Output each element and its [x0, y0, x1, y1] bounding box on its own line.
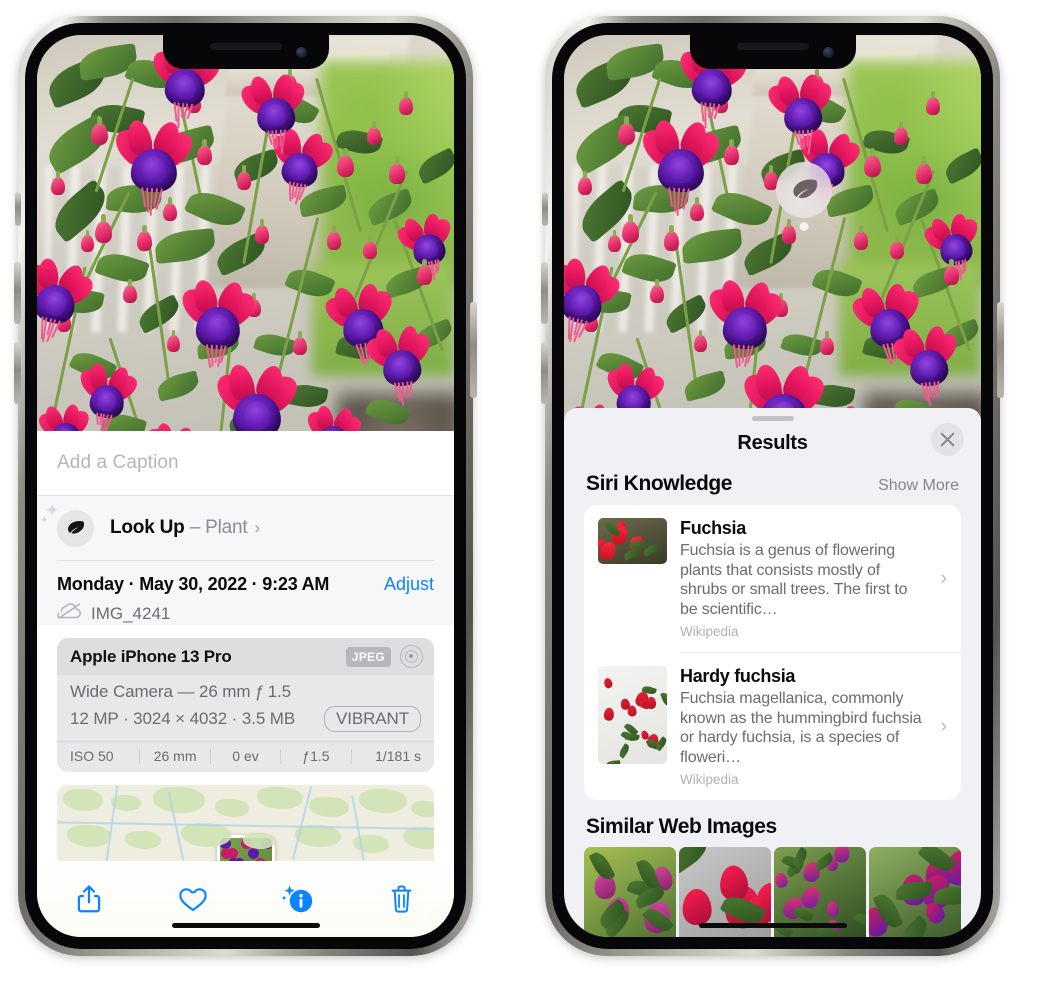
image-size-info: 12 MP · 3024 × 4032 · 3.5 MB [70, 709, 296, 728]
iphone-left: Add a Caption ✦ ✦ Look Up – Plant › Mond… [14, 16, 477, 956]
results-header: Results [564, 421, 981, 465]
photo-viewer[interactable] [37, 35, 454, 472]
info-button[interactable] [276, 877, 320, 921]
result-title: Fuchsia [680, 518, 746, 538]
camera-card-header: Apple iPhone 13 Pro JPEG [57, 638, 434, 675]
result-source: Wikipedia [680, 624, 739, 639]
icloud-slash-icon [57, 602, 82, 625]
similar-web-images-title: Similar Web Images [586, 815, 777, 838]
camera-device-name: Apple iPhone 13 Pro [70, 646, 232, 666]
exif-aperture: ƒ1.5 [302, 748, 330, 764]
result-source: Wikipedia [680, 772, 739, 787]
result-description: Fuchsia is a genus of flowering plants t… [680, 542, 908, 618]
fuchsia-thumbnail [598, 518, 667, 564]
results-title: Results [737, 431, 808, 454]
photo-date: Monday · May 30, 2022 · 9:23 AM [57, 574, 330, 594]
visual-lookup-results-sheet: Results Siri Knowledge Show More Fuchsia… [564, 408, 981, 937]
exif-iso: ISO 50 [70, 748, 114, 764]
location-map[interactable] [57, 785, 434, 861]
profile-badge: VIBRANT [324, 706, 421, 732]
exif-shutter: 1/181 s [375, 748, 422, 764]
badge-anchor-dot [799, 222, 809, 231]
web-image-4[interactable] [869, 847, 961, 937]
volume-down-button[interactable] [541, 342, 548, 404]
lens-info: Wide Camera — 26 mm ƒ 1.5 [70, 682, 292, 701]
look-up-dash: – [184, 517, 206, 538]
favorite-button[interactable] [171, 877, 215, 921]
look-up-row[interactable]: ✦ ✦ Look Up – Plant › [40, 496, 434, 560]
earpiece-speaker [209, 43, 282, 50]
list-item[interactable]: Fuchsia Fuchsia is a genus of flowering … [584, 505, 961, 652]
format-badge: JPEG [345, 646, 391, 667]
side-power-button[interactable] [997, 302, 1004, 398]
raw-target-icon [400, 645, 423, 668]
look-up-label: Look Up – Plant › [110, 517, 260, 539]
exif-focal: 26 mm [153, 748, 197, 764]
side-power-button[interactable] [470, 302, 477, 398]
front-camera-icon [295, 47, 307, 58]
silence-switch[interactable] [542, 192, 548, 226]
photo-info-sheet: Add a Caption ✦ ✦ Look Up – Plant › Mond… [37, 431, 454, 937]
notch [162, 35, 329, 69]
caption-placeholder: Add a Caption [57, 452, 179, 473]
similar-web-images-header: Similar Web Images [564, 800, 981, 845]
metadata-block: Monday · May 30, 2022 · 9:23 AM Adjust I… [37, 561, 454, 625]
visual-lookup-badge[interactable] [776, 162, 832, 231]
volume-up-button[interactable] [14, 262, 21, 324]
siri-knowledge-card: Fuchsia Fuchsia is a genus of flowering … [584, 505, 961, 800]
home-indicator[interactable] [171, 923, 320, 928]
front-camera-icon [822, 47, 834, 58]
screenshot-stage: Add a Caption ✦ ✦ Look Up – Plant › Mond… [0, 0, 1055, 985]
delete-button[interactable] [380, 877, 424, 921]
iphone-right: Results Siri Knowledge Show More Fuchsia… [541, 16, 1004, 956]
adjust-button[interactable]: Adjust [384, 574, 434, 595]
close-button[interactable] [931, 423, 964, 456]
leaf-icon: ✦ ✦ [40, 502, 94, 547]
notch [689, 35, 856, 69]
look-up-subject: Plant [205, 517, 248, 538]
web-image-1[interactable] [584, 847, 676, 937]
exif-row: ISO 50 26 mm 0 ev ƒ1.5 1/181 s [57, 741, 434, 772]
lookup-block: ✦ ✦ Look Up – Plant › [37, 496, 454, 561]
siri-knowledge-title: Siri Knowledge [586, 472, 733, 495]
show-more-button[interactable]: Show More [878, 477, 959, 495]
sparkle-icon-small: ✦ [40, 514, 49, 526]
look-up-title: Look Up [110, 517, 185, 538]
share-button[interactable] [67, 877, 111, 921]
chevron-right-icon: › [940, 715, 947, 737]
screen-left: Add a Caption ✦ ✦ Look Up – Plant › Mond… [37, 35, 454, 937]
camera-card-body: Wide Camera — 26 mm ƒ 1.5 12 MP · 3024 ×… [57, 675, 434, 741]
chevron-right-icon: › [940, 567, 947, 589]
result-title: Hardy fuchsia [680, 666, 796, 686]
volume-down-button[interactable] [14, 342, 21, 404]
chevron-right-icon: › [254, 518, 260, 537]
photo-filename: IMG_4241 [91, 603, 171, 623]
volume-up-button[interactable] [541, 262, 548, 324]
list-item[interactable]: Hardy fuchsia Fuchsia magellanica, commo… [584, 653, 961, 800]
hardy-fuchsia-thumbnail [598, 666, 667, 764]
silence-switch[interactable] [15, 192, 21, 226]
caption-row[interactable]: Add a Caption [37, 431, 454, 496]
photo-viewer[interactable] [564, 35, 981, 472]
leaf-icon [792, 179, 817, 198]
earpiece-speaker [736, 43, 809, 50]
home-indicator[interactable] [698, 923, 847, 928]
exif-exposure: 0 ev [232, 748, 259, 764]
camera-info-card: Apple iPhone 13 Pro JPEG Wide Camera — 2… [57, 638, 434, 772]
siri-knowledge-header: Siri Knowledge Show More [564, 465, 981, 505]
result-description: Fuchsia magellanica, commonly known as t… [680, 690, 922, 766]
screen-right: Results Siri Knowledge Show More Fuchsia… [564, 35, 981, 937]
